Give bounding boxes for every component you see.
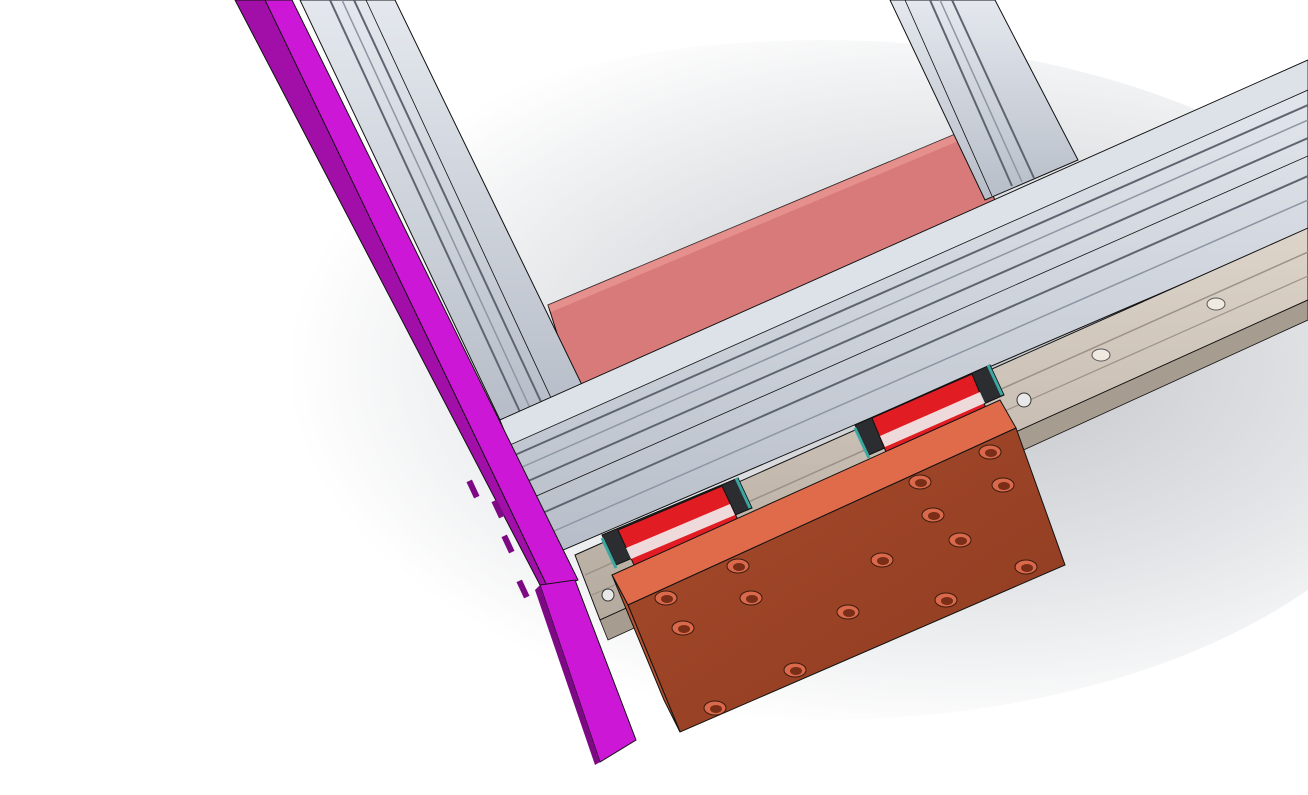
carriage-hole-bore — [1021, 564, 1033, 572]
carriage-hole-bore — [843, 609, 855, 617]
rail-bolt — [1016, 392, 1032, 408]
carriage-hole-bore — [733, 563, 745, 571]
cad-viewport[interactable] — [0, 0, 1308, 795]
carriage-hole-bore — [678, 625, 690, 633]
rail-bolt — [1091, 348, 1111, 362]
assembly-drawing[interactable] — [0, 0, 1308, 795]
carriage-hole-bore — [915, 479, 927, 487]
rail-bolt — [601, 588, 615, 602]
carriage-hole-bore — [746, 595, 758, 603]
carriage-hole-bore — [998, 482, 1010, 490]
carriage-hole-bore — [941, 597, 953, 605]
carriage-hole-bore — [710, 705, 722, 713]
carriage-hole-bore — [790, 667, 802, 675]
rail-bolt — [1206, 297, 1226, 311]
carriage-hole-bore — [928, 512, 940, 520]
carriage-hole-bore — [877, 557, 889, 565]
carriage-hole-bore — [661, 595, 673, 603]
carriage-hole-bore — [985, 449, 997, 457]
carriage-hole-bore — [955, 537, 967, 545]
